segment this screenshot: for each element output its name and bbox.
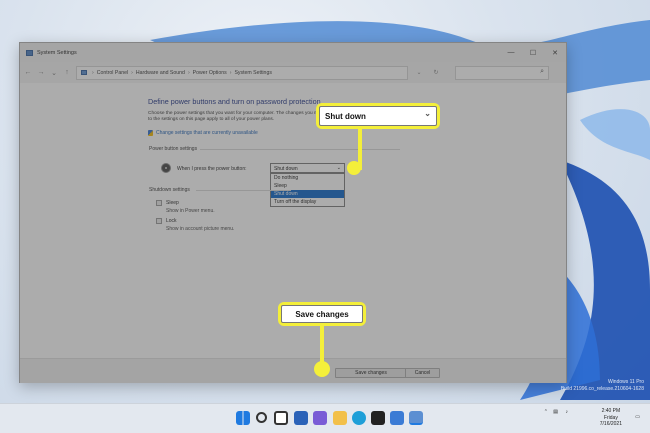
- save-changes-button[interactable]: Save changes: [335, 368, 407, 378]
- sleep-description: Show in Power menu.: [166, 208, 215, 214]
- chevron-down-icon: ⌄: [336, 165, 341, 171]
- shutdown-section-title: Shutdown settings: [149, 187, 190, 193]
- volume-icon[interactable]: ♪: [566, 409, 569, 415]
- chevron-down-icon: ⌄: [424, 109, 431, 118]
- power-button-section-title: Power button settings: [149, 146, 198, 152]
- up-button[interactable]: ↑: [63, 69, 71, 76]
- control-panel-icon: [26, 49, 33, 56]
- maximize-button[interactable]: ☐: [522, 43, 544, 62]
- edge-icon[interactable]: [352, 411, 366, 425]
- breadcrumb-separator: ›: [229, 69, 232, 76]
- dropdown-callout: Shut down ⌄: [316, 103, 440, 129]
- taskbar: ⌃ ▤ ♪ 2:40 PM Friday 7/16/2021 ▭: [0, 403, 650, 433]
- dropdown-callout-value: Shut down: [325, 111, 366, 121]
- clock-time: 2:40 PM: [601, 408, 621, 414]
- power-button-select[interactable]: Shut down ⌄: [270, 163, 345, 173]
- watermark-edition: Windows 11 Pro: [607, 379, 644, 385]
- option-sleep[interactable]: Sleep: [271, 182, 344, 190]
- callout-marker: [347, 161, 361, 175]
- task-view-icon[interactable]: [274, 411, 288, 425]
- settings-content: Define power buttons and turn on passwor…: [20, 83, 566, 383]
- breadcrumb-power-options[interactable]: Power Options: [193, 70, 227, 76]
- divider: [200, 149, 400, 150]
- footer-bar: Save changes Cancel: [20, 358, 566, 383]
- system-settings-window: System Settings — ☐ ✕ ← → ⌄ ↑ › Control …: [19, 42, 567, 383]
- option-turn-off-display[interactable]: Turn off the display: [271, 198, 344, 206]
- power-button-selected-value: Shut down: [274, 166, 298, 172]
- refresh-button[interactable]: ↻: [430, 69, 442, 76]
- divider: [196, 190, 291, 191]
- sleep-checkbox[interactable]: [156, 200, 162, 206]
- clock-date: 7/16/2021: [599, 421, 622, 427]
- mail-icon[interactable]: [390, 411, 404, 425]
- search-taskbar-icon[interactable]: [256, 412, 267, 423]
- tray-chevron-icon[interactable]: ⌃: [544, 409, 548, 415]
- lock-label: Lock: [166, 218, 177, 224]
- sleep-label: Sleep: [166, 200, 179, 206]
- callout-marker: [314, 361, 330, 377]
- lock-checkbox[interactable]: [156, 218, 162, 224]
- watermark-build: Build 21996.co_release.210604-1628: [560, 386, 644, 392]
- intro-text: Choose the power settings that you want …: [148, 111, 326, 122]
- address-dropdown-button[interactable]: ⌄: [413, 69, 425, 76]
- page-title: Define power buttons and turn on passwor…: [148, 97, 321, 106]
- widgets-icon[interactable]: [294, 411, 308, 425]
- back-button[interactable]: ←: [24, 69, 32, 76]
- recent-locations-button[interactable]: ⌄: [50, 69, 58, 77]
- close-button[interactable]: ✕: [544, 43, 566, 62]
- search-icon: ⌕: [540, 67, 544, 75]
- forward-button[interactable]: →: [37, 69, 45, 76]
- power-button-label: When I press the power button:: [177, 166, 247, 172]
- breadcrumb-control-panel[interactable]: Control Panel: [97, 70, 128, 76]
- dropdown-callout-box: Shut down ⌄: [319, 106, 437, 126]
- shield-icon: [148, 130, 153, 136]
- save-callout-box: Save changes: [281, 305, 363, 323]
- control-panel-small-icon: [81, 70, 87, 75]
- chat-icon[interactable]: [313, 411, 327, 425]
- option-shut-down[interactable]: Shut down: [271, 190, 344, 198]
- control-panel-taskbar-icon[interactable]: [409, 411, 423, 425]
- save-callout: Save changes: [278, 302, 366, 326]
- breadcrumb-hardware-and-sound[interactable]: Hardware and Sound: [136, 70, 185, 76]
- lock-description: Show in account picture menu.: [166, 226, 235, 232]
- title-bar: System Settings — ☐ ✕: [20, 43, 566, 62]
- breadcrumb[interactable]: › Control Panel › Hardware and Sound › P…: [76, 65, 408, 80]
- power-button-icon: [161, 163, 171, 173]
- file-explorer-icon[interactable]: [333, 411, 347, 425]
- search-input[interactable]: ⌕: [455, 65, 549, 80]
- breadcrumb-system-settings[interactable]: System Settings: [234, 70, 271, 76]
- window-title: System Settings: [37, 49, 77, 56]
- start-icon[interactable]: [236, 411, 250, 425]
- network-icon[interactable]: ▤: [553, 409, 558, 415]
- notification-icon[interactable]: ▭: [635, 414, 640, 420]
- breadcrumb-separator: ›: [92, 69, 94, 76]
- change-settings-link[interactable]: Change settings that are currently unava…: [148, 130, 258, 136]
- option-do-nothing[interactable]: Do nothing: [271, 174, 344, 182]
- cancel-button[interactable]: Cancel: [405, 368, 440, 378]
- breadcrumb-separator: ›: [131, 69, 133, 76]
- address-bar-row: ← → ⌄ ↑ › Control Panel › Hardware and S…: [20, 62, 566, 83]
- clock[interactable]: 2:40 PM Friday 7/16/2021: [600, 408, 622, 428]
- store-icon[interactable]: [371, 411, 385, 425]
- change-settings-label[interactable]: Change settings that are currently unava…: [156, 130, 258, 136]
- breadcrumb-separator: ›: [187, 69, 190, 76]
- minimize-button[interactable]: —: [500, 43, 522, 62]
